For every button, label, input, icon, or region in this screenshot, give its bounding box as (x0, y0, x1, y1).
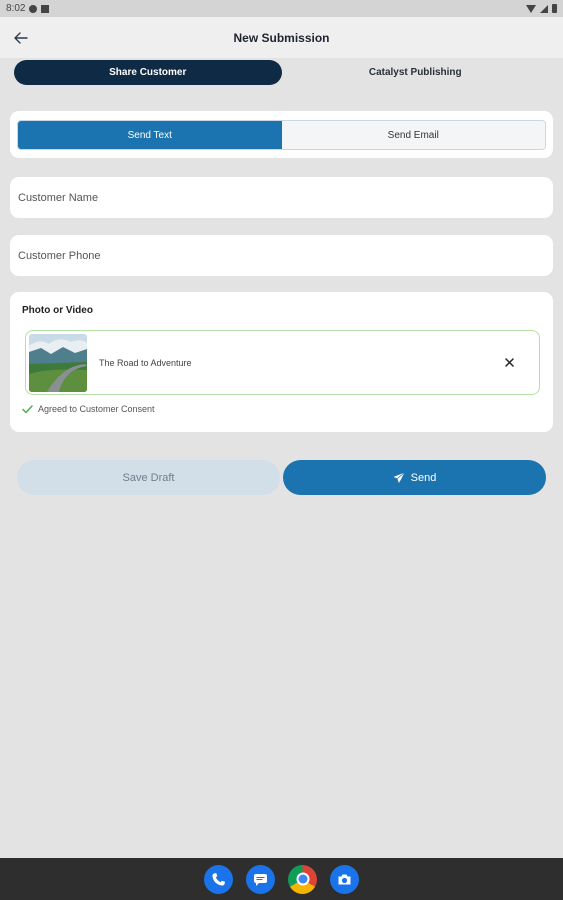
remove-media-button[interactable] (498, 352, 520, 374)
customer-name-input[interactable] (18, 191, 545, 204)
app-notification-icon (41, 4, 50, 13)
tab-share-customer[interactable]: Share Customer (14, 60, 282, 85)
arrow-left-icon (14, 32, 28, 44)
road-landscape-image (29, 333, 87, 392)
media-card: Photo or Video The Road to Adventure Agr… (10, 292, 553, 432)
messages-app[interactable] (246, 864, 275, 894)
media-title: The Road to Adventure (99, 357, 192, 368)
check-icon (22, 404, 33, 413)
chrome-app[interactable] (288, 864, 317, 894)
media-item[interactable]: The Road to Adventure (25, 330, 540, 395)
close-icon (504, 358, 514, 367)
send-mode-card: Send Text Send Email (10, 111, 553, 158)
customer-name-card (10, 177, 553, 218)
phone-icon (212, 872, 225, 886)
customer-phone-input[interactable] (18, 249, 545, 262)
page-title: New Submission (233, 30, 330, 45)
notification-icon (29, 4, 38, 13)
top-tabs: Share Customer Catalyst Publishing (14, 60, 549, 85)
camera-app[interactable] (330, 864, 359, 894)
action-buttons: Save Draft Send (17, 460, 546, 495)
signal-icon (540, 4, 548, 13)
status-time: 8:02 (6, 3, 26, 14)
send-button[interactable]: Send (283, 460, 546, 495)
send-text-button[interactable]: Send Text (18, 121, 282, 149)
status-bar: 8:02 (0, 0, 563, 17)
wifi-icon (526, 4, 536, 13)
messages-icon (254, 873, 267, 886)
send-label: Send (410, 471, 437, 484)
consent-text: Agreed to Customer Consent (38, 404, 155, 414)
customer-phone-card (10, 235, 553, 276)
chrome-icon (296, 872, 309, 886)
send-mode-toggle: Send Text Send Email (17, 120, 546, 150)
back-button[interactable] (10, 27, 32, 49)
send-email-button[interactable]: Send Email (281, 121, 545, 149)
tab-catalyst-publishing[interactable]: Catalyst Publishing (282, 60, 550, 85)
app-bar: New Submission (0, 17, 563, 58)
paper-plane-icon (393, 471, 405, 483)
camera-icon (338, 874, 351, 884)
save-draft-button[interactable]: Save Draft (17, 460, 280, 495)
media-label: Photo or Video (22, 305, 93, 316)
save-draft-label: Save Draft (122, 471, 175, 484)
media-thumbnail (29, 333, 87, 392)
phone-app[interactable] (204, 864, 233, 894)
battery-icon (552, 4, 557, 13)
system-dock (0, 858, 563, 900)
consent-row: Agreed to Customer Consent (22, 404, 155, 414)
